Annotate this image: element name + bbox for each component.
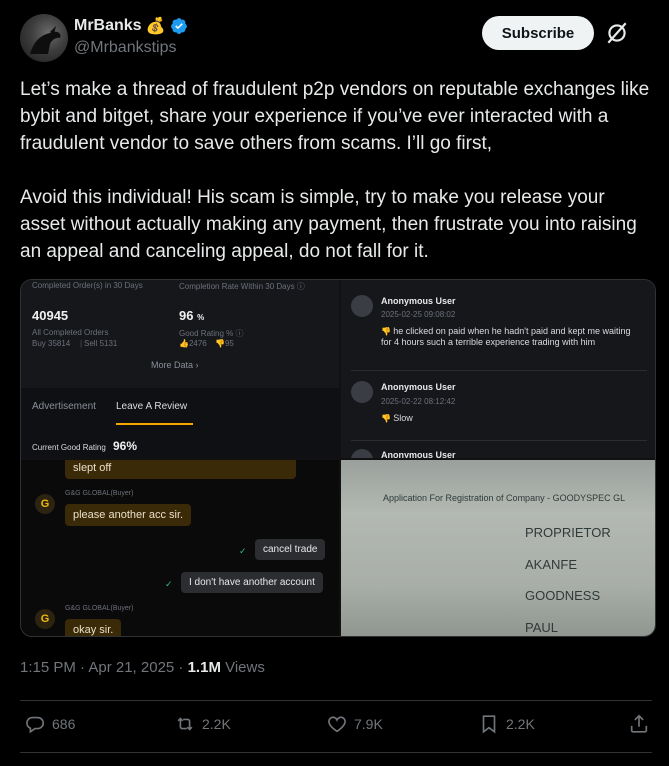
all-completed-label: All Completed Orders <box>32 328 109 337</box>
likes-count: 👍2476 <box>179 339 207 348</box>
reply-button[interactable]: 686 <box>24 713 75 735</box>
bookmark-button[interactable]: 2.2K <box>478 713 535 735</box>
views-count[interactable]: 1.1M <box>188 659 221 676</box>
divider <box>20 752 652 753</box>
thumbs-down-icon: 👎 <box>381 414 394 423</box>
review-date: 2025-02-22 08:12:42 <box>381 397 456 406</box>
chat-message-left: okay sir. <box>65 619 122 636</box>
handle[interactable]: @Mrbankstips <box>74 39 188 57</box>
share-icon <box>630 714 648 733</box>
media-document-image[interactable]: Application For Registration of Company … <box>341 460 655 636</box>
completion-label: Completion Rate Within 30 Days ⓘ <box>179 282 305 291</box>
review-date: 2025-02-25 09:08:02 <box>381 310 456 319</box>
reply-icon <box>26 716 44 734</box>
chat-avatar: G <box>35 494 55 514</box>
read-check-icon: ✓ <box>239 546 247 556</box>
document-heading: Application For Registration of Company … <box>383 493 626 503</box>
chat-avatar: G <box>35 609 55 629</box>
reviewer-name: Anonymous User <box>381 382 456 392</box>
dislikes-count: 👎95 <box>215 339 234 348</box>
document-line: AKANFE <box>525 557 578 572</box>
reviewer-avatar <box>351 295 373 317</box>
money-bag-emoji: 💰 <box>145 18 166 35</box>
action-bar: 686 2.2K 7.9K 2.2K <box>20 703 652 751</box>
tweet-meta: 1:15 PM · Apr 21, 2025 · 1.1M Views <box>20 659 265 676</box>
chat-message-left: please another acc sir. <box>65 504 192 526</box>
current-rating-value: 96% <box>113 439 138 453</box>
reply-count: 686 <box>52 716 76 732</box>
verified-badge-icon <box>170 18 187 34</box>
review-divider <box>351 440 647 441</box>
current-rating-label: Current Good Rating <box>32 443 106 452</box>
author-block: MrBanks 💰 @Mrbankstips <box>74 16 188 57</box>
divider <box>20 700 652 701</box>
document-line: PROPRIETOR <box>525 525 611 540</box>
repost-count: 2.2K <box>202 716 231 732</box>
bookmark-count: 2.2K <box>506 716 535 732</box>
read-check-icon: ✓ <box>165 579 173 589</box>
repost-button[interactable]: 2.2K <box>174 713 231 735</box>
tweet-header: MrBanks 💰 @Mrbankstips Subscribe <box>16 12 653 64</box>
avatar[interactable] <box>20 14 68 62</box>
review-divider <box>351 370 647 371</box>
active-tab-indicator <box>116 423 193 425</box>
views-label: Views <box>220 659 265 676</box>
display-name[interactable]: MrBanks <box>74 17 142 35</box>
repost-icon <box>177 717 193 731</box>
review-text: 👎 he clicked on paid when he hadn't paid… <box>381 326 631 347</box>
share-button[interactable] <box>628 713 650 735</box>
avatar-image <box>30 26 61 54</box>
reviewer-name: Anonymous User <box>381 296 456 306</box>
reviewer-name: Anonymous User <box>381 450 456 458</box>
chat-message-right: cancel trade <box>255 539 326 560</box>
reviewer-avatar <box>351 381 373 403</box>
good-rating-label: Good Rating % ⓘ <box>179 329 244 338</box>
more-data-link[interactable]: More Data › <box>151 360 199 370</box>
chat-message-left: slept off <box>65 460 296 479</box>
display-name-row[interactable]: MrBanks 💰 <box>74 16 188 36</box>
thumbs-down-icon: 👎 <box>381 327 394 336</box>
buy-count: Buy 35814 <box>32 339 71 348</box>
media-chat-image[interactable]: slept off G G&G GLOBAL(Buyer) please ano… <box>21 460 339 636</box>
completion-value: 96 % <box>179 308 205 323</box>
heart-icon <box>328 716 346 733</box>
orders-label: Completed Order(s) in 30 Days <box>32 281 143 290</box>
orders-value: 40945 <box>32 308 69 323</box>
tab-leave-review[interactable]: Leave A Review <box>116 401 187 412</box>
chat-sender: G&G GLOBAL(Buyer) <box>65 490 134 497</box>
bookmark-icon <box>482 715 496 734</box>
stat-separator: | <box>80 339 83 348</box>
tab-advertisement[interactable]: Advertisement <box>32 401 96 412</box>
document-line: PAUL <box>525 620 558 635</box>
reviewer-avatar <box>351 449 373 458</box>
media-stats-image[interactable]: Completed Order(s) in 30 Days Completion… <box>21 280 339 458</box>
like-count: 7.9K <box>354 716 383 732</box>
subscribe-button[interactable]: Subscribe <box>482 16 594 50</box>
document-line: GOODNESS <box>525 588 601 603</box>
grok-icon[interactable] <box>604 20 630 46</box>
media-reviews-image[interactable]: Anonymous User 2025-02-25 09:08:02 👎 he … <box>341 280 655 458</box>
tweet-text: Let’s make a thread of fraudulent p2p ve… <box>20 79 650 262</box>
like-button[interactable]: 7.9K <box>326 713 383 735</box>
review-text: 👎 Slow <box>381 413 413 423</box>
chat-sender: G&G GLOBAL(Buyer) <box>65 605 134 612</box>
timestamp[interactable]: 1:15 PM · Apr 21, 2025 · <box>20 659 188 676</box>
sell-count: Sell 5131 <box>84 339 118 348</box>
chat-message-right: I don't have another account <box>181 572 323 593</box>
media-grid[interactable]: Completed Order(s) in 30 Days Completion… <box>20 279 656 637</box>
